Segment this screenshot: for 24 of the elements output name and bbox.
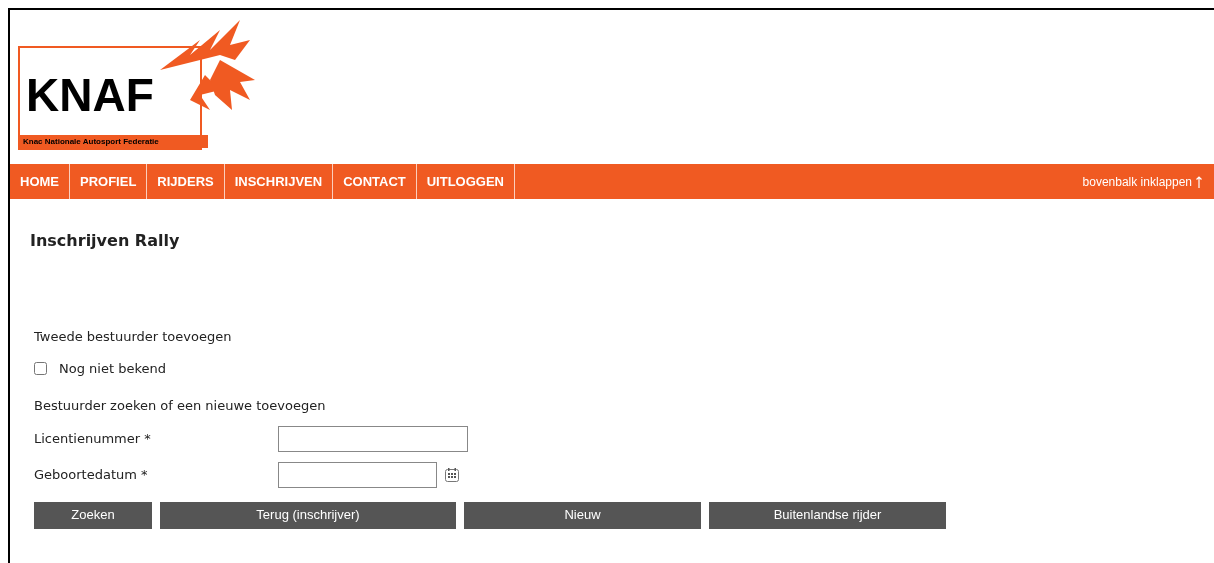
nav-link[interactable]: UITLOGGEN: [416, 164, 515, 199]
nav-link[interactable]: PROFIEL: [70, 164, 148, 199]
logo-subtitle: Knac Nationale Autosport Federatie: [20, 135, 208, 148]
input-field[interactable]: [278, 461, 437, 488]
field-label: Licentienummer *: [34, 429, 152, 448]
section-heading: Bestuurder zoeken of een nieuwe toevoegen: [34, 397, 327, 415]
logo-wordmark: KNAF: [26, 72, 154, 118]
action-button[interactable]: Buitenlandse rijder: [709, 501, 946, 529]
field-label: Geboortedatum *: [34, 465, 149, 484]
page-title: Inschrijven Rally: [30, 230, 181, 252]
action-button[interactable]: Nieuw: [464, 501, 701, 529]
checkbox[interactable]: [34, 361, 47, 375]
up-arrow-icon[interactable]: [1196, 175, 1202, 188]
section-heading: Tweede bestuurder toevoegen: [34, 328, 233, 346]
input-field[interactable]: [278, 425, 468, 452]
calendar-icon[interactable]: [444, 466, 460, 483]
nav-link[interactable]: CONTACT: [333, 164, 417, 199]
nav-link[interactable]: RIJDERS: [147, 164, 225, 199]
nav-link[interactable]: HOME: [10, 164, 70, 199]
collapse-header-link[interactable]: bovenbalk inklappen: [1082, 172, 1192, 191]
checkbox-label: Nog niet bekend: [59, 359, 166, 378]
action-button[interactable]: Zoeken: [34, 501, 152, 529]
action-button[interactable]: Terug (inschrijver): [160, 501, 456, 529]
nav-link[interactable]: INSCHRIJVEN: [224, 164, 334, 199]
